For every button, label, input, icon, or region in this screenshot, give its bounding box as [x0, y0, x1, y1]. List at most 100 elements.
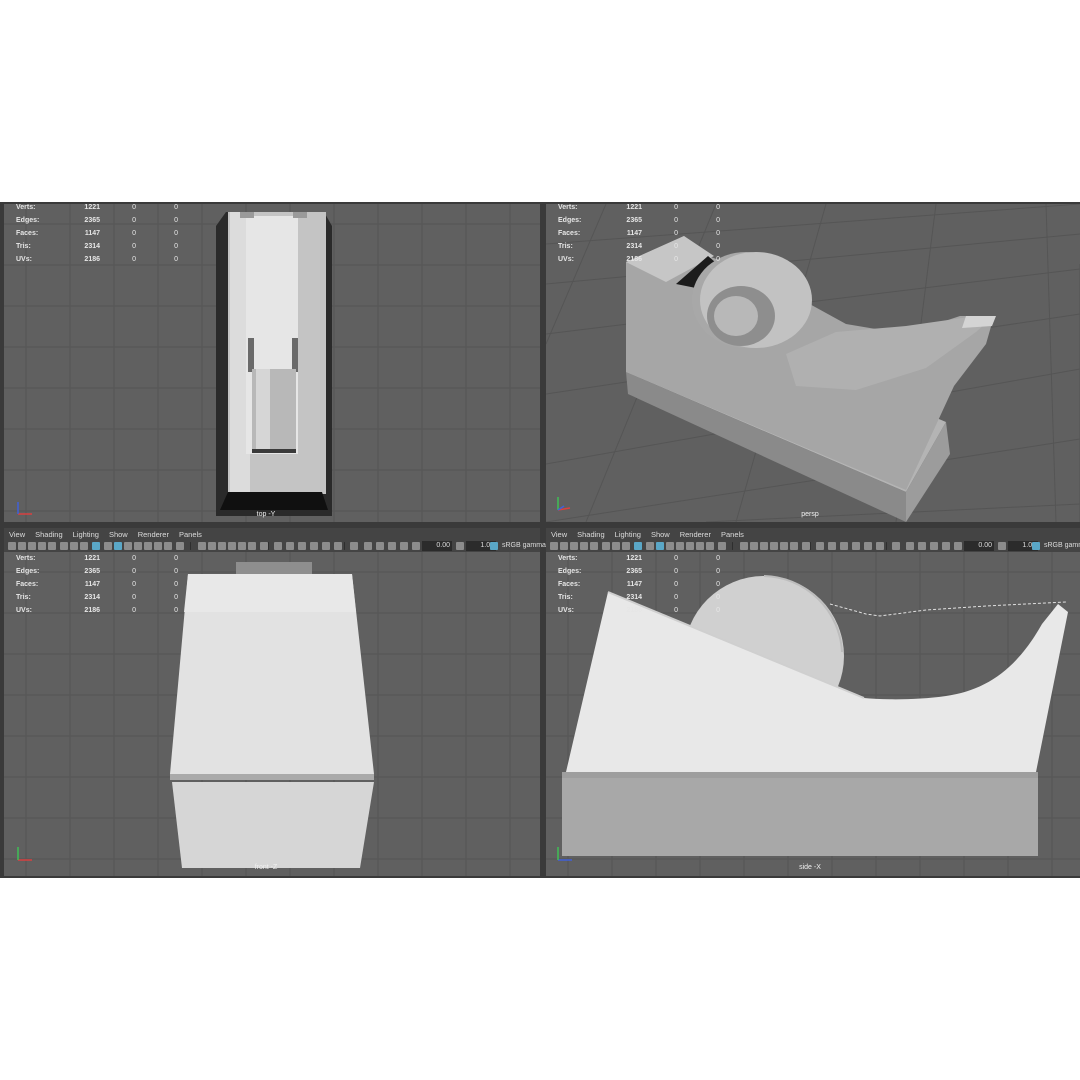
toolbar-icon-button[interactable]	[208, 542, 216, 550]
toolbar-icon-button[interactable]	[686, 542, 694, 550]
gamma-icon[interactable]	[456, 542, 464, 550]
gamma-icon[interactable]	[998, 542, 1006, 550]
toolbar-icon-button[interactable]	[590, 542, 598, 550]
toolbar-icon-button[interactable]	[376, 542, 384, 550]
menu-item-lighting[interactable]: Lighting	[68, 528, 104, 539]
menu-item-shading[interactable]: Shading	[30, 528, 68, 539]
toolbar-icon-button[interactable]	[218, 542, 226, 550]
toolbar-icon-button[interactable]	[286, 542, 294, 550]
toolbar-icon-button[interactable]	[770, 542, 778, 550]
toolbar-icon-button[interactable]	[612, 542, 620, 550]
toolbar-icon-button[interactable]	[828, 542, 836, 550]
stats-v3: 0	[716, 256, 720, 263]
color-space-label[interactable]: sRGB gamma	[502, 541, 546, 551]
toolbar-icon-button[interactable]	[70, 542, 78, 550]
toolbar-icon-button[interactable]	[134, 542, 142, 550]
toolbar-icon-button[interactable]	[248, 542, 256, 550]
menu-item-shading[interactable]: Shading	[572, 528, 610, 539]
toolbar-icon-button[interactable]	[92, 542, 100, 550]
toolbar-icon-button[interactable]	[876, 542, 884, 550]
toolbar-icon-button[interactable]	[104, 542, 112, 550]
toolbar-icon-button[interactable]	[238, 542, 246, 550]
toolbar-icon-button[interactable]	[18, 542, 26, 550]
toolbar-icon-button[interactable]	[892, 542, 900, 550]
toolbar-icon-button[interactable]	[350, 542, 358, 550]
toolbar-icon-button[interactable]	[8, 542, 16, 550]
toolbar-icon-button[interactable]	[388, 542, 396, 550]
menu-item-show[interactable]: Show	[104, 528, 133, 539]
toolbar-icon-button[interactable]	[298, 542, 306, 550]
color-management-icon[interactable]	[490, 542, 498, 550]
toolbar-icon-button[interactable]	[656, 542, 664, 550]
toolbar-icon-button[interactable]	[274, 542, 282, 550]
toolbar-icon-button[interactable]	[740, 542, 748, 550]
toolbar-icon-button[interactable]	[154, 542, 162, 550]
color-space-label[interactable]: sRGB gamma	[1044, 541, 1080, 551]
toolbar-icon-button[interactable]	[840, 542, 848, 550]
viewport-persp[interactable]: Verts: 1221 0 0 Edges: 2365 0 0 Faces: 1147 0 0 Tris…	[546, 204, 1080, 522]
toolbar-icon-button[interactable]	[760, 542, 768, 550]
toolbar-icon-button[interactable]	[364, 542, 372, 550]
exposure-icon[interactable]	[412, 542, 420, 550]
menu-item-panels[interactable]: Panels	[174, 528, 207, 539]
toolbar-icon-button[interactable]	[164, 542, 172, 550]
toolbar-icon-button[interactable]	[60, 542, 68, 550]
toolbar-icon-button[interactable]	[198, 542, 206, 550]
toolbar-icon-button[interactable]	[942, 542, 950, 550]
toolbar-icon-button[interactable]	[310, 542, 318, 550]
toolbar-icon-button[interactable]	[802, 542, 810, 550]
toolbar-icon-button[interactable]	[48, 542, 56, 550]
toolbar-icon-button[interactable]	[400, 542, 408, 550]
toolbar-icon-button[interactable]	[864, 542, 872, 550]
toolbar-icon-button[interactable]	[646, 542, 654, 550]
toolbar-icon-button[interactable]	[718, 542, 726, 550]
menu-item-panels[interactable]: Panels	[716, 528, 749, 539]
toolbar-icon-button[interactable]	[622, 542, 630, 550]
stats-v2: 0	[132, 217, 136, 224]
toolbar-icon-button[interactable]	[706, 542, 714, 550]
viewport-front[interactable]: Verts: 1221 0 0 Edges: 2365 0 0 Faces: 1147 0 0 Tris…	[4, 552, 540, 876]
toolbar-icon-button[interactable]	[666, 542, 674, 550]
exposure-field[interactable]: 0.00	[964, 541, 994, 551]
toolbar-icon-button[interactable]	[570, 542, 578, 550]
toolbar-icon-button[interactable]	[750, 542, 758, 550]
exposure-icon[interactable]	[954, 542, 962, 550]
toolbar-icon-button[interactable]	[930, 542, 938, 550]
menu-item-renderer[interactable]: Renderer	[133, 528, 174, 539]
toolbar-icon-button[interactable]	[560, 542, 568, 550]
toolbar-icon-button[interactable]	[334, 542, 342, 550]
toolbar-icon-button[interactable]	[602, 542, 610, 550]
toolbar-icon-button[interactable]	[144, 542, 152, 550]
stats-v1: 1221	[626, 204, 642, 211]
toolbar-icon-button[interactable]	[780, 542, 788, 550]
exposure-field[interactable]: 0.00	[422, 541, 452, 551]
toolbar-icon-button[interactable]	[918, 542, 926, 550]
menu-item-lighting[interactable]: Lighting	[610, 528, 646, 539]
toolbar-icon-button[interactable]	[228, 542, 236, 550]
menu-item-view[interactable]: View	[546, 528, 572, 539]
toolbar-icon-button[interactable]	[580, 542, 588, 550]
menu-item-renderer[interactable]: Renderer	[675, 528, 716, 539]
toolbar-icon-button[interactable]	[696, 542, 704, 550]
menu-item-view[interactable]: View	[4, 528, 30, 539]
viewport-top[interactable]: Verts: 1221 0 0 Edges: 2365 0 0 Faces: 1147 0 0 Tris…	[4, 204, 540, 522]
stats-v2: 0	[674, 204, 678, 211]
toolbar-icon-button[interactable]	[816, 542, 824, 550]
menu-item-show[interactable]: Show	[646, 528, 675, 539]
toolbar-icon-button[interactable]	[634, 542, 642, 550]
toolbar-icon-button[interactable]	[676, 542, 684, 550]
toolbar-icon-button[interactable]	[38, 542, 46, 550]
toolbar-icon-button[interactable]	[852, 542, 860, 550]
toolbar-icon-button[interactable]	[906, 542, 914, 550]
toolbar-icon-button[interactable]	[322, 542, 330, 550]
toolbar-icon-button[interactable]	[260, 542, 268, 550]
color-management-icon[interactable]	[1032, 542, 1040, 550]
viewport-side[interactable]: Verts: 1221 0 0 Edges: 2365 0 0 Faces: 1147 0 0 Tris…	[546, 552, 1080, 876]
toolbar-icon-button[interactable]	[80, 542, 88, 550]
toolbar-icon-button[interactable]	[114, 542, 122, 550]
toolbar-icon-button[interactable]	[790, 542, 798, 550]
toolbar-icon-button[interactable]	[550, 542, 558, 550]
toolbar-icon-button[interactable]	[124, 542, 132, 550]
toolbar-icon-button[interactable]	[176, 542, 184, 550]
toolbar-icon-button[interactable]	[28, 542, 36, 550]
